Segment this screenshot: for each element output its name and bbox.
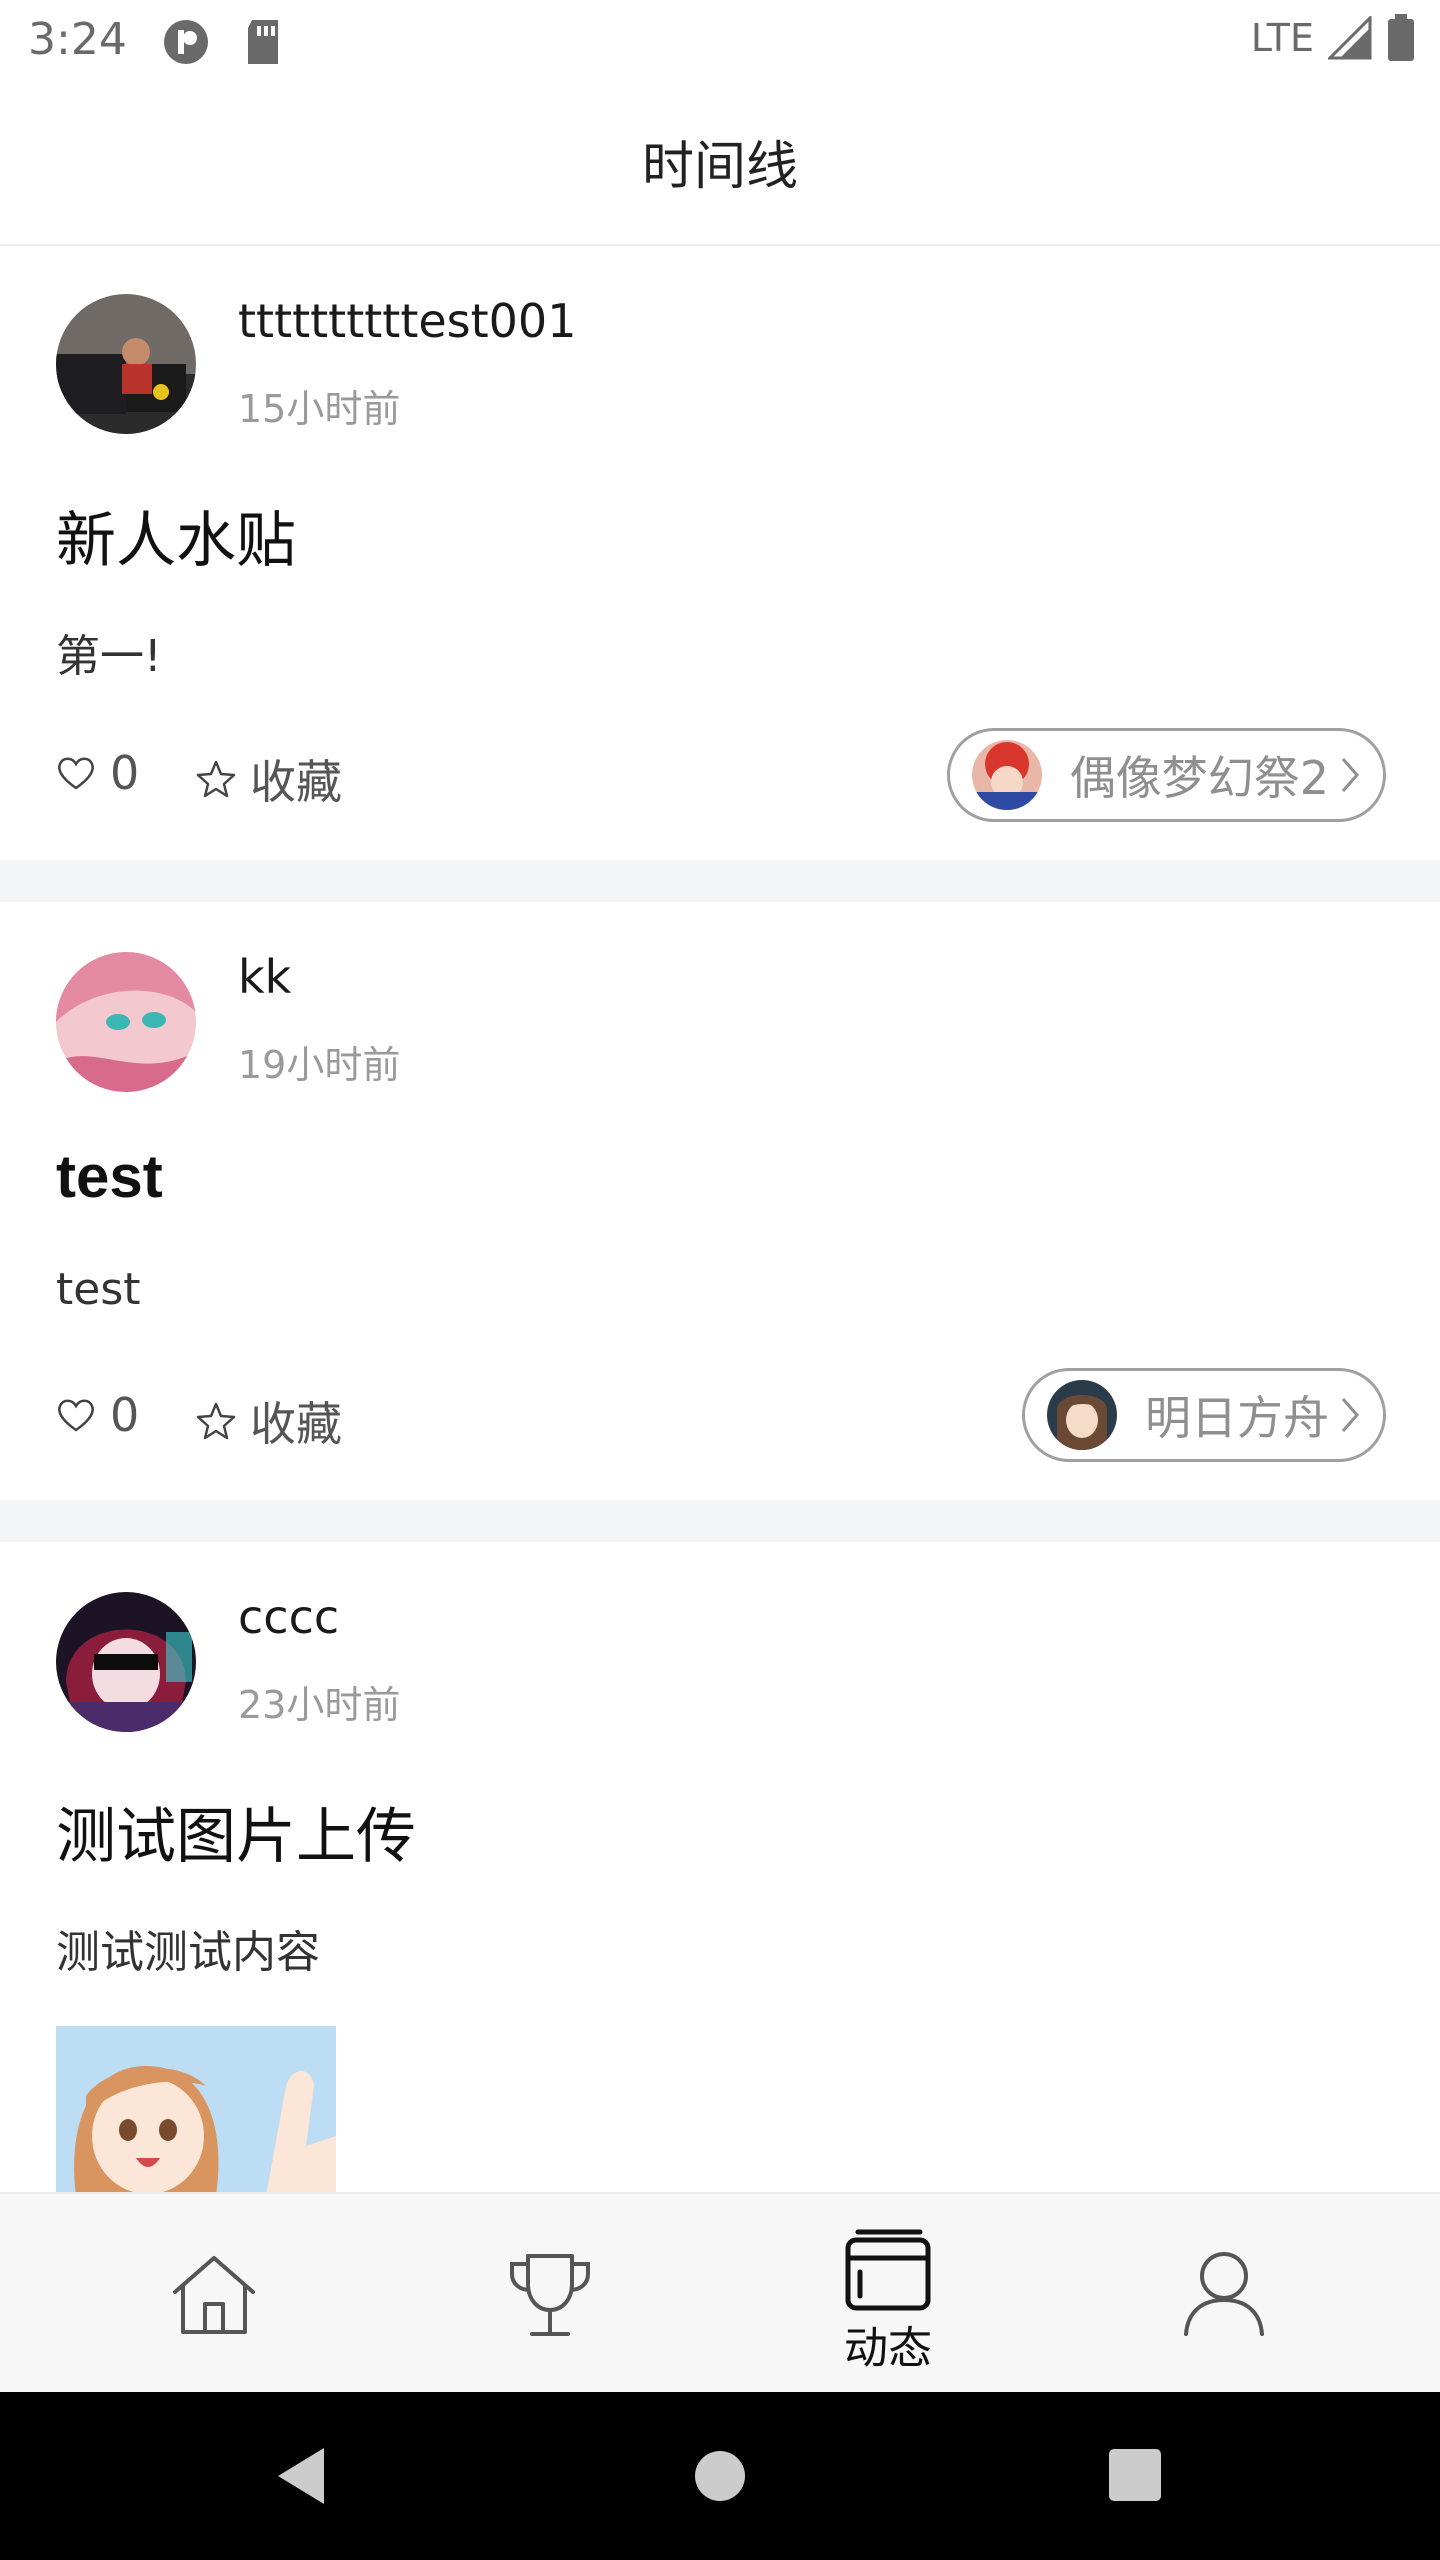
avatar-image	[56, 952, 196, 1092]
post-separator	[0, 1500, 1440, 1542]
home-icon	[173, 2256, 255, 2334]
nav-profile[interactable]	[1124, 2194, 1324, 2394]
system-navigation-bar	[0, 2392, 1440, 2560]
favorite-button[interactable]: 收藏	[196, 746, 342, 812]
chevron-right-icon	[1341, 1398, 1359, 1432]
status-bar: 3:24 LTE	[0, 0, 1440, 84]
post-time: 15小时前	[238, 387, 401, 431]
post-separator	[0, 860, 1440, 902]
like-count: 0	[110, 1388, 140, 1442]
star-icon	[196, 760, 236, 798]
network-type: LTE	[1250, 16, 1314, 60]
avatar[interactable]	[56, 294, 196, 434]
status-time: 3:24	[28, 14, 127, 65]
home-circle-icon[interactable]	[694, 2450, 746, 2502]
favorite-button[interactable]: 收藏	[196, 1388, 342, 1454]
heart-icon	[58, 757, 94, 790]
author-name[interactable]: kk	[238, 950, 291, 1004]
like-count: 0	[110, 746, 140, 800]
nav-ranking[interactable]	[450, 2194, 650, 2394]
avatar[interactable]	[56, 1592, 196, 1732]
post-image[interactable]	[56, 2026, 336, 2192]
tag-avatar	[1047, 1380, 1117, 1450]
nav-feed[interactable]: 动态	[788, 2194, 988, 2394]
recents-icon[interactable]	[1108, 2448, 1162, 2502]
profile-icon	[1184, 2252, 1264, 2336]
nav-label: 动态	[844, 2323, 932, 2374]
star-icon	[196, 1402, 236, 1440]
sd-card-icon	[248, 20, 278, 64]
tag-avatar-image	[971, 740, 1042, 810]
like-button[interactable]: 0	[56, 1388, 139, 1442]
post-card[interactable]: kk 19小时前 test test 0 收藏 明日方舟	[0, 902, 1440, 1500]
page-title: 时间线	[641, 137, 798, 197]
game-tag-button[interactable]: 明日方舟	[1022, 1368, 1386, 1462]
post-content: test	[56, 1264, 141, 1315]
avatar[interactable]	[56, 952, 196, 1092]
feed-icon	[845, 2229, 931, 2311]
post-time: 23小时前	[238, 1683, 401, 1727]
signal-icon	[1328, 16, 1372, 60]
author-name[interactable]: cccc	[238, 1590, 339, 1644]
post-card[interactable]: ttttttttttest001 15小时前 新人水贴 第一! 0 收藏 偶像梦…	[0, 246, 1440, 860]
back-icon[interactable]	[272, 2444, 330, 2508]
post-card[interactable]: cccc 23小时前 测试图片上传 测试测试内容	[0, 1542, 1440, 2192]
tag-label: 偶像梦幻祭2	[1069, 751, 1329, 805]
chevron-right-icon	[1341, 758, 1359, 792]
post-time: 19小时前	[238, 1043, 401, 1087]
app-header: 时间线	[0, 84, 1440, 246]
post-image-picture	[56, 2026, 336, 2192]
status-indicators: LTE	[1251, 14, 1416, 62]
bottom-navigation: 动态	[0, 2192, 1440, 2394]
post-content: 第一!	[56, 631, 162, 682]
tag-label: 明日方舟	[1145, 1391, 1329, 1445]
battery-icon	[1388, 14, 1414, 61]
app-notification-icon	[164, 20, 208, 64]
favorite-label: 收藏	[250, 755, 342, 809]
avatar-image	[56, 294, 196, 434]
nav-home[interactable]	[114, 2194, 314, 2394]
heart-icon	[58, 1399, 94, 1432]
author-name[interactable]: ttttttttttest001	[238, 294, 576, 348]
tag-avatar	[971, 740, 1042, 810]
like-button[interactable]: 0	[56, 746, 139, 800]
post-content: 测试测试内容	[56, 1927, 320, 1978]
game-tag-button[interactable]: 偶像梦幻祭2	[946, 728, 1386, 822]
post-title: 新人水贴	[56, 506, 296, 576]
trophy-icon	[510, 2254, 590, 2336]
post-title: test	[56, 1143, 163, 1210]
avatar-image	[56, 1592, 196, 1732]
tag-avatar-image	[1047, 1380, 1117, 1450]
favorite-label: 收藏	[250, 1397, 342, 1451]
post-title: 测试图片上传	[56, 1802, 416, 1872]
